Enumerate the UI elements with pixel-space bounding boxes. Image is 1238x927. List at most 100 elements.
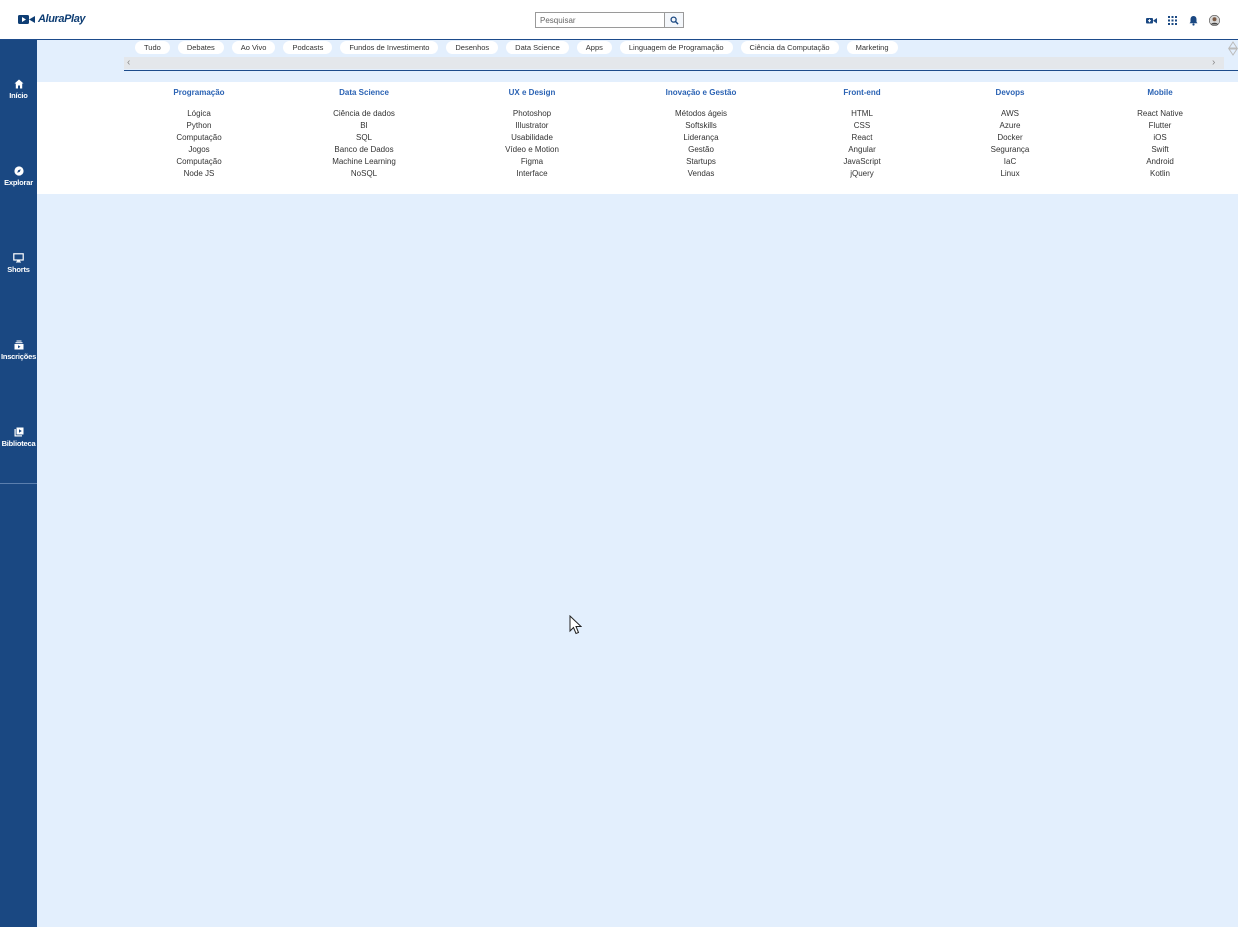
menu-link[interactable]: React Native [1100, 108, 1220, 120]
menu-link[interactable]: Linux [950, 168, 1070, 180]
menu-link[interactable]: Node JS [139, 168, 259, 180]
menu-link[interactable]: IaC [950, 156, 1070, 168]
chip-apps[interactable]: Apps [576, 41, 612, 54]
menu-link[interactable]: Métodos ágeis [641, 108, 761, 120]
menu-column-title[interactable]: Inovação e Gestão [641, 88, 761, 97]
menu-column-inovacao-e-gestao: Inovação e Gestão Métodos ágeis Softskil… [641, 88, 761, 180]
menu-link[interactable]: Computação [139, 132, 259, 144]
menu-column-title[interactable]: UX e Design [472, 88, 592, 97]
chips-list: Tudo Debates Ao Vivo Podcasts Fundos de … [135, 41, 898, 54]
menu-link[interactable]: HTML [802, 108, 922, 120]
horizontal-scrollbar[interactable] [124, 57, 1224, 69]
menu-link[interactable]: Liderança [641, 132, 761, 144]
menu-link[interactable]: Flutter [1100, 120, 1220, 132]
menu-link[interactable]: Swift [1100, 144, 1220, 156]
chip-debates[interactable]: Debates [177, 41, 224, 54]
scroll-right-arrow-icon[interactable]: › [1212, 57, 1215, 68]
menu-link[interactable]: iOS [1100, 132, 1220, 144]
scroll-left-arrow-icon[interactable]: ‹ [127, 57, 130, 68]
menu-link[interactable]: Computação [139, 156, 259, 168]
menu-link[interactable]: AWS [950, 108, 1070, 120]
search-icon [669, 15, 679, 25]
sidebar-item-inscricoes[interactable]: Inscrições [0, 340, 37, 361]
menu-link[interactable]: Startups [641, 156, 761, 168]
search-input[interactable] [535, 12, 664, 28]
menu-link[interactable]: Jogos [139, 144, 259, 156]
menu-column-title[interactable]: Programação [139, 88, 259, 97]
menu-link[interactable]: Python [139, 120, 259, 132]
menu-link[interactable]: NoSQL [304, 168, 424, 180]
menu-column-title[interactable]: Data Science [304, 88, 424, 97]
header-actions [1146, 13, 1220, 26]
chip-data-science[interactable]: Data Science [506, 41, 569, 54]
menu-link[interactable]: Vendas [641, 168, 761, 180]
menu-link[interactable]: Vídeo e Motion [472, 144, 592, 156]
menu-link[interactable]: Illustrator [472, 120, 592, 132]
chip-marketing[interactable]: Marketing [846, 41, 898, 54]
menu-link[interactable]: Ciência de dados [304, 108, 424, 120]
search-bar [535, 12, 684, 28]
menu-link[interactable]: BI [304, 120, 424, 132]
menu-link[interactable]: Angular [802, 144, 922, 156]
menu-column-title[interactable]: Devops [950, 88, 1070, 97]
menu-column-mobile: Mobile React Native Flutter iOS Swift An… [1100, 88, 1220, 180]
sidebar-item-explorar[interactable]: Explorar [0, 166, 37, 187]
home-icon [14, 79, 23, 89]
menu-column-data-science: Data Science Ciência de dados BI SQL Ban… [304, 88, 424, 180]
sidebar-item-biblioteca[interactable]: Biblioteca [0, 427, 37, 448]
menu-link[interactable]: Gestão [641, 144, 761, 156]
menu-link[interactable]: Machine Learning [304, 156, 424, 168]
chip-tudo[interactable]: Tudo [135, 41, 170, 54]
chip-ao-vivo[interactable]: Ao Vivo [231, 41, 276, 54]
sidebar: Início Explorar Shorts Inscrições Biblio… [0, 40, 37, 927]
bell-icon[interactable] [1188, 13, 1199, 26]
menu-column-devops: Devops AWS Azure Docker Segurança IaC Li… [950, 88, 1070, 180]
video-camera-icon[interactable] [1146, 13, 1157, 24]
menu-link[interactable]: Docker [950, 132, 1070, 144]
menu-link[interactable]: Figma [472, 156, 592, 168]
top-header: AluraPlay [0, 0, 1238, 40]
user-avatar-icon[interactable] [1209, 13, 1220, 26]
sidebar-divider [0, 483, 37, 484]
menu-column-front-end: Front-end HTML CSS React Angular JavaScr… [802, 88, 922, 180]
chip-ciencia-da-computacao[interactable]: Ciência da Computação [740, 41, 839, 54]
menu-link[interactable]: JavaScript [802, 156, 922, 168]
mouse-cursor-icon [569, 615, 582, 635]
menu-link[interactable]: Kotlin [1100, 168, 1220, 180]
chip-linguagem-de-programacao[interactable]: Linguagem de Programação [619, 41, 733, 54]
menu-link[interactable]: SQL [304, 132, 424, 144]
apps-grid-icon[interactable] [1167, 13, 1178, 25]
sidebar-item-shorts[interactable]: Shorts [0, 253, 37, 274]
menu-link[interactable]: Lógica [139, 108, 259, 120]
menu-link[interactable]: React [802, 132, 922, 144]
logo-play-icon [18, 14, 35, 24]
menu-link[interactable]: Softskills [641, 120, 761, 132]
menu-link[interactable]: Banco de Dados [304, 144, 424, 156]
aluraplay-logo[interactable]: AluraPlay [18, 13, 86, 25]
category-chips-bar: Tudo Debates Ao Vivo Podcasts Fundos de … [124, 41, 1238, 71]
categories-menu-panel: Programação Lógica Python Computação Jog… [37, 82, 1238, 194]
chip-podcasts[interactable]: Podcasts [283, 41, 333, 54]
menu-link[interactable]: Usabilidade [472, 132, 592, 144]
sidebar-item-label: Shorts [7, 265, 30, 274]
library-icon [14, 427, 23, 437]
logo-text: AluraPlay [38, 13, 86, 25]
menu-link[interactable]: Azure [950, 120, 1070, 132]
chip-fundos-de-investimento[interactable]: Fundos de Investimento [340, 41, 439, 54]
sidebar-item-label: Inscrições [0, 352, 37, 361]
menu-link[interactable]: Photoshop [472, 108, 592, 120]
sidebar-item-label: Biblioteca [1, 439, 36, 448]
menu-link[interactable]: Android [1100, 156, 1220, 168]
menu-link[interactable]: jQuery [802, 168, 922, 180]
menu-column-programacao: Programação Lógica Python Computação Jog… [139, 88, 259, 180]
menu-column-title[interactable]: Front-end [802, 88, 922, 97]
scroll-down-arrow-icon[interactable] [1228, 48, 1238, 56]
menu-link[interactable]: CSS [802, 120, 922, 132]
sidebar-item-inicio[interactable]: Início [0, 79, 37, 100]
search-button[interactable] [664, 12, 684, 28]
monitor-icon [13, 253, 24, 263]
menu-link[interactable]: Interface [472, 168, 592, 180]
menu-column-title[interactable]: Mobile [1100, 88, 1220, 97]
chip-desenhos[interactable]: Desenhos [446, 41, 499, 54]
menu-link[interactable]: Segurança [950, 144, 1070, 156]
